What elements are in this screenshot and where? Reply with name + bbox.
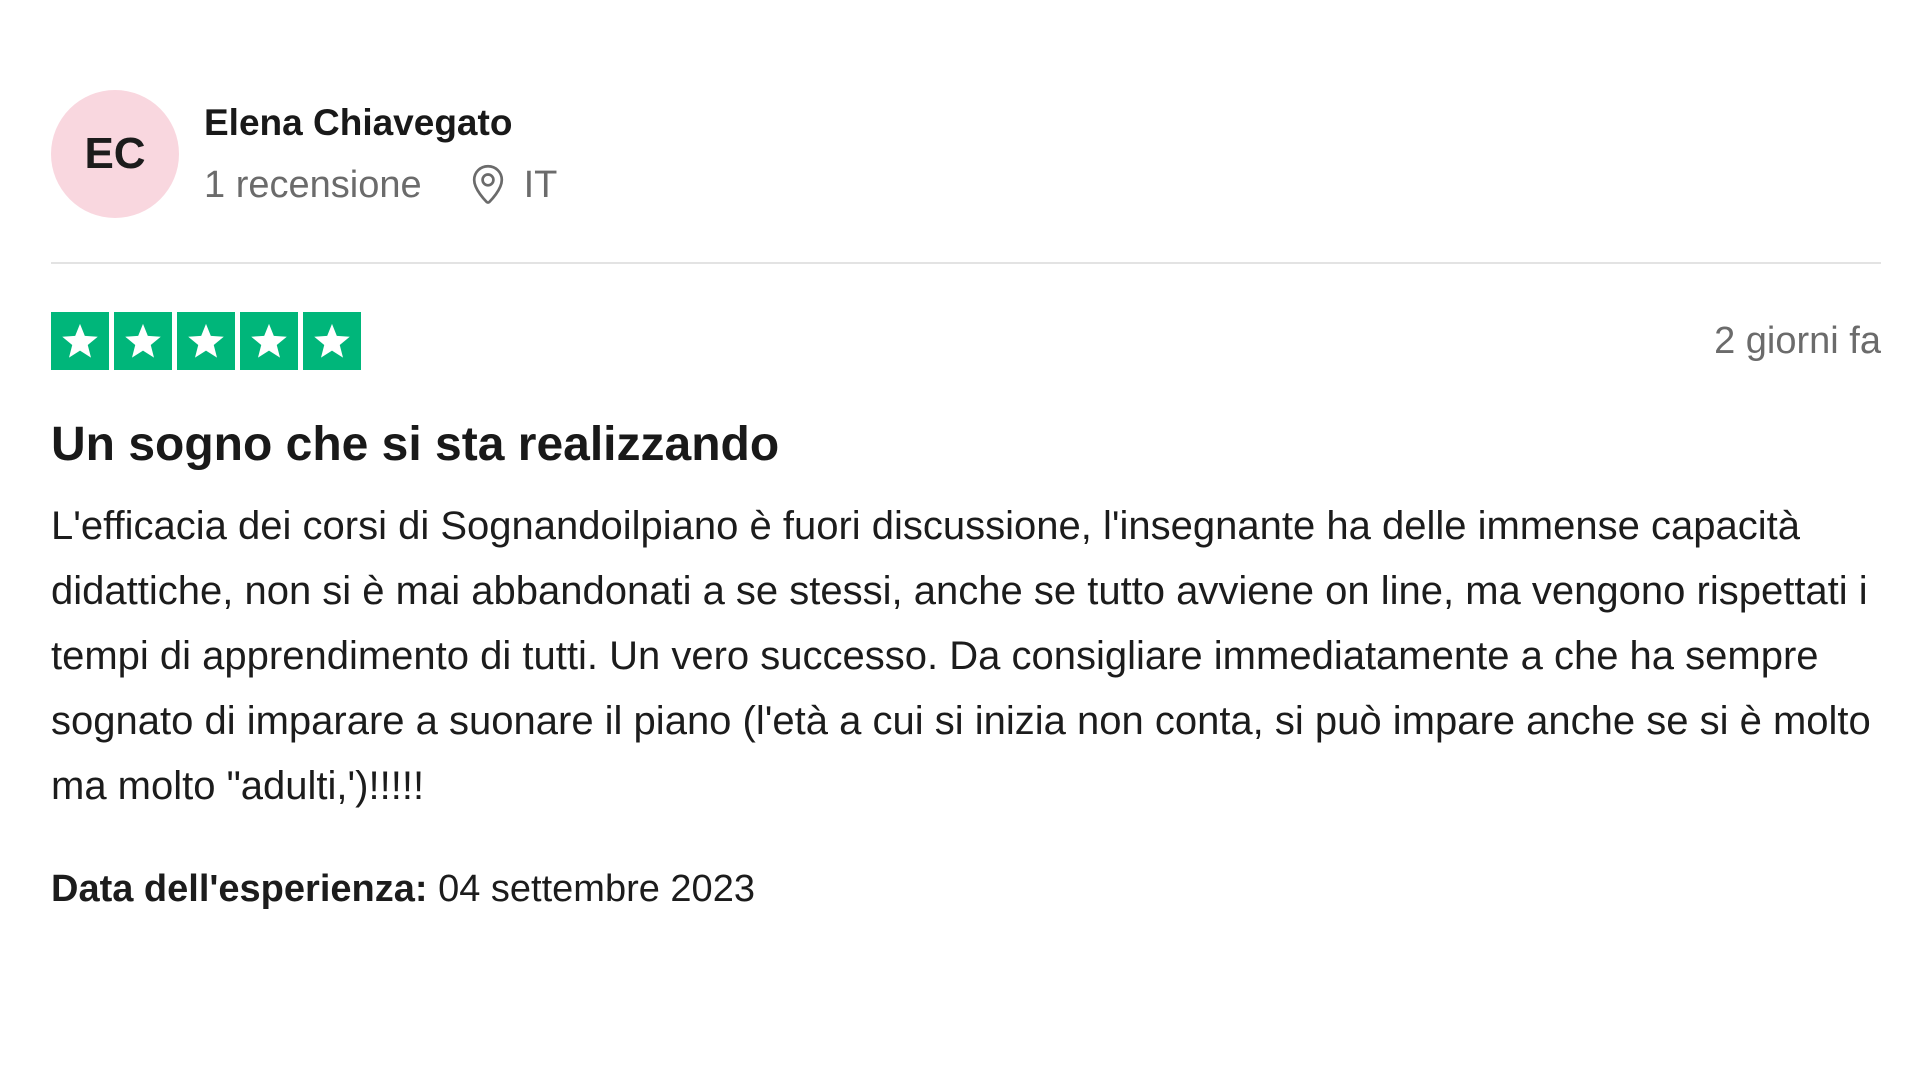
- divider: [51, 262, 1881, 264]
- star-icon: [51, 312, 109, 370]
- reviewer-name[interactable]: Elena Chiavegato: [204, 101, 557, 145]
- location-pin-icon: [470, 164, 506, 206]
- review-card: EC Elena Chiavegato 1 recensione IT 2 gi…: [51, 90, 1881, 913]
- country-code: IT: [523, 164, 558, 206]
- review-body: L'efficacia dei corsi di Sognandoilpiano…: [51, 504, 1871, 808]
- star-icon: [177, 312, 235, 370]
- reviewer-info: Elena Chiavegato 1 recensione IT: [204, 101, 557, 207]
- experience-date-value: 04 settembre 2023: [438, 868, 755, 910]
- experience-label: Data dell'esperienza:: [51, 868, 428, 910]
- star-icon: [240, 312, 298, 370]
- review-count: 1 recensione: [204, 164, 422, 206]
- star-icon: [303, 312, 361, 370]
- star-rating: [51, 312, 361, 370]
- experience-date: Data dell'esperienza: 04 settembre 2023: [51, 865, 1881, 913]
- reviewer-header: EC Elena Chiavegato 1 recensione IT: [51, 90, 1881, 218]
- avatar[interactable]: EC: [51, 90, 179, 218]
- review-posted-date: 2 giorni fa: [1714, 319, 1881, 362]
- rating-row: 2 giorni fa: [51, 312, 1881, 370]
- review-title[interactable]: Un sogno che si sta realizzando: [51, 416, 1881, 474]
- star-icon: [114, 312, 172, 370]
- reviewer-meta: 1 recensione IT: [204, 163, 557, 207]
- reviewer-location: IT: [470, 163, 558, 207]
